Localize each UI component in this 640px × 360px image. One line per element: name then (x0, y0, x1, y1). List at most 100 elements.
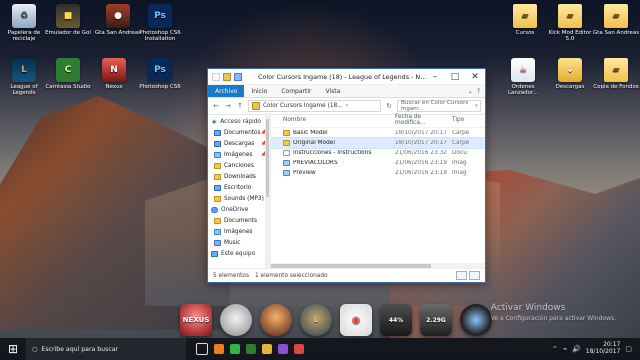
photo-icon[interactable] (260, 304, 292, 336)
desktop-icon-photoshop[interactable]: Ps Photoshop CS6 (136, 58, 184, 90)
nav-scroll-thumb[interactable] (266, 119, 269, 197)
computer-icon (211, 250, 218, 257)
folder-icon (283, 130, 290, 136)
save-icon[interactable] (234, 72, 242, 81)
nav-label: Acceso rápido (220, 118, 261, 125)
tray-arrow-icon[interactable]: ⌃ (552, 345, 558, 353)
minimize-button[interactable]: – (425, 69, 445, 84)
nav-scrollbar[interactable] (265, 113, 270, 269)
desktop-icon-gta-folder[interactable]: ▰ Gta San Andreas (592, 4, 640, 36)
disk-icon[interactable]: 2.29G (420, 304, 452, 336)
file-type: Carpe (452, 140, 470, 146)
desktop-icon-camtasia[interactable]: C Camtasia Studio (44, 58, 92, 90)
nav-label: Canciones (224, 162, 254, 169)
back-icon[interactable]: ← (212, 102, 220, 110)
nav-imagenes[interactable]: Imágenes 📌 (208, 149, 270, 160)
refresh-icon[interactable]: ↻ (385, 102, 393, 110)
table-row[interactable]: Instrucciones - Instructions 21/06/2016 … (271, 148, 485, 158)
close-button[interactable]: ✕ (465, 69, 485, 84)
desktop-icon-label: Kick Mod Editor 5.0 (548, 30, 592, 43)
path-input[interactable]: Color Cursors Ingame (18... › (248, 100, 381, 112)
nav-onedrive[interactable]: OneDrive (208, 204, 270, 215)
taskbar-search[interactable]: ○ Escribe aquí para buscar (26, 338, 186, 360)
nav-canciones[interactable]: Canciones (208, 160, 270, 171)
image-file-icon (283, 160, 290, 166)
details-view-button[interactable] (456, 271, 467, 280)
desktop-icon-photoshop-installation[interactable]: Ps Photoshop CS6 Installation (136, 4, 184, 43)
file-name: Basic Model (293, 130, 328, 136)
desktop-icon-nexus[interactable]: N Nexus (90, 58, 138, 90)
search-input[interactable]: Buscar en Color Cursors Ingam... ⌕ (397, 100, 481, 112)
taskbar-app-icon[interactable] (214, 344, 224, 354)
tab-compartir[interactable]: Compartir (274, 85, 318, 97)
table-row[interactable]: PREVIACOLORS 21/06/2016 23:19 Imag (271, 158, 485, 168)
nav-music[interactable]: Music (208, 237, 270, 248)
table-row[interactable]: Basic Model 18/10/2017 20:17 Carpe (271, 128, 485, 138)
file-name-cell: Basic Model (283, 130, 395, 136)
taskbar-app-icon[interactable] (246, 344, 256, 354)
volume-icon[interactable]: 🔊 (572, 345, 581, 353)
desktop-icon-league[interactable]: L League of Legends (0, 58, 48, 97)
desktop-icon-java[interactable]: ☕ Ordenes Lanzador... (499, 58, 547, 97)
column-date-header[interactable]: Fecha de modifica... (395, 114, 452, 126)
downloads-icon (214, 140, 221, 147)
desktop-icon-cursos[interactable]: ▰ Cursos (501, 4, 549, 36)
desktop-icon-emulator[interactable]: ■ Emulador de Gol (44, 4, 92, 36)
network-icon[interactable]: ⌁ (563, 345, 567, 353)
tab-vista[interactable]: Vista (318, 85, 347, 97)
taskbar-app-icon[interactable] (294, 344, 304, 354)
nav-label: Sounds (MP3) (224, 195, 264, 202)
up-icon[interactable]: ↑ (236, 102, 244, 110)
nav-quick-access[interactable]: ★ Acceso rápido (208, 116, 270, 127)
desktop-icon-copia-fondos[interactable]: ▰ Copia de Fondos (592, 58, 640, 90)
star-icon: ★ (211, 117, 218, 126)
column-name-header[interactable]: Nombre (283, 117, 395, 123)
app-icon[interactable]: ◉ (340, 304, 372, 336)
nav-documentos[interactable]: Documentos 📌 (208, 127, 270, 138)
folder-icon[interactable] (223, 72, 231, 81)
table-row[interactable]: Original Model 18/10/2017 20:17 Carpe (271, 137, 485, 149)
desktop-icon-recycle-bin[interactable]: ♻ Papelera de reciclaje (0, 4, 48, 43)
gauge-icon[interactable] (220, 304, 252, 336)
large-icons-view-button[interactable] (469, 271, 480, 280)
nav-downloads[interactable]: Downloads (208, 171, 270, 182)
desktop-icon-gta-sa[interactable]: ● Gta San Andreas (94, 4, 142, 36)
nav-onedrive-imagenes[interactable]: Imágenes (208, 226, 270, 237)
clock[interactable]: 20:17 18/10/2017 (586, 341, 621, 356)
nav-descargas[interactable]: Descargas 📌 (208, 138, 270, 149)
nav-this-pc[interactable]: Este equipo (208, 248, 270, 259)
folder-icon: ▰ (513, 4, 537, 28)
table-row[interactable]: Preview 21/06/2016 23:19 Imag (271, 168, 485, 178)
maximize-button[interactable]: □ (445, 69, 465, 84)
forward-icon[interactable]: → (224, 102, 232, 110)
nav-escritorio[interactable]: Escritorio (208, 182, 270, 193)
view-buttons (456, 271, 480, 280)
nexus-icon[interactable]: NEXUS (180, 304, 212, 336)
nav-documents[interactable]: Documents (208, 215, 270, 226)
help-icon[interactable]: ? (477, 88, 480, 95)
nav-sounds[interactable]: Sounds (MP3) (208, 193, 270, 204)
taskbar-app-icon[interactable] (230, 344, 240, 354)
tab-inicio[interactable]: Inicio (244, 85, 274, 97)
desktop-icon-label: Cursos (515, 30, 535, 36)
tab-archivo[interactable]: Archivo (208, 85, 245, 97)
taskbar-app-icon[interactable] (278, 344, 288, 354)
camera-icon[interactable] (460, 304, 492, 336)
task-view-icon[interactable] (196, 343, 208, 355)
window-app-icon[interactable] (212, 72, 220, 81)
desktop-icon-descargas[interactable]: ↓ Descargas (546, 58, 594, 90)
file-name: Original Model (293, 140, 335, 146)
column-type-header[interactable]: Tipo (452, 117, 472, 123)
expand-ribbon-icon[interactable]: ⌄ (468, 88, 473, 95)
notifications-icon[interactable]: ▢ (625, 345, 632, 353)
meter-icon[interactable]: 44% (380, 304, 412, 336)
taskbar: ⊞ ○ Escribe aquí para buscar ⌃ ⌁ 🔊 20:17… (0, 338, 640, 360)
start-button[interactable]: ⊞ (0, 338, 26, 360)
music-icon (214, 239, 221, 246)
taskbar-app-icon[interactable] (262, 344, 272, 354)
file-name-cell: Original Model (283, 140, 395, 146)
desktop-icon-kick-mod[interactable]: ▰ Kick Mod Editor 5.0 (546, 4, 594, 43)
folder-icon (214, 195, 221, 202)
league-icon[interactable]: L (300, 304, 332, 336)
file-name-cell: Instrucciones - Instructions (283, 150, 395, 156)
